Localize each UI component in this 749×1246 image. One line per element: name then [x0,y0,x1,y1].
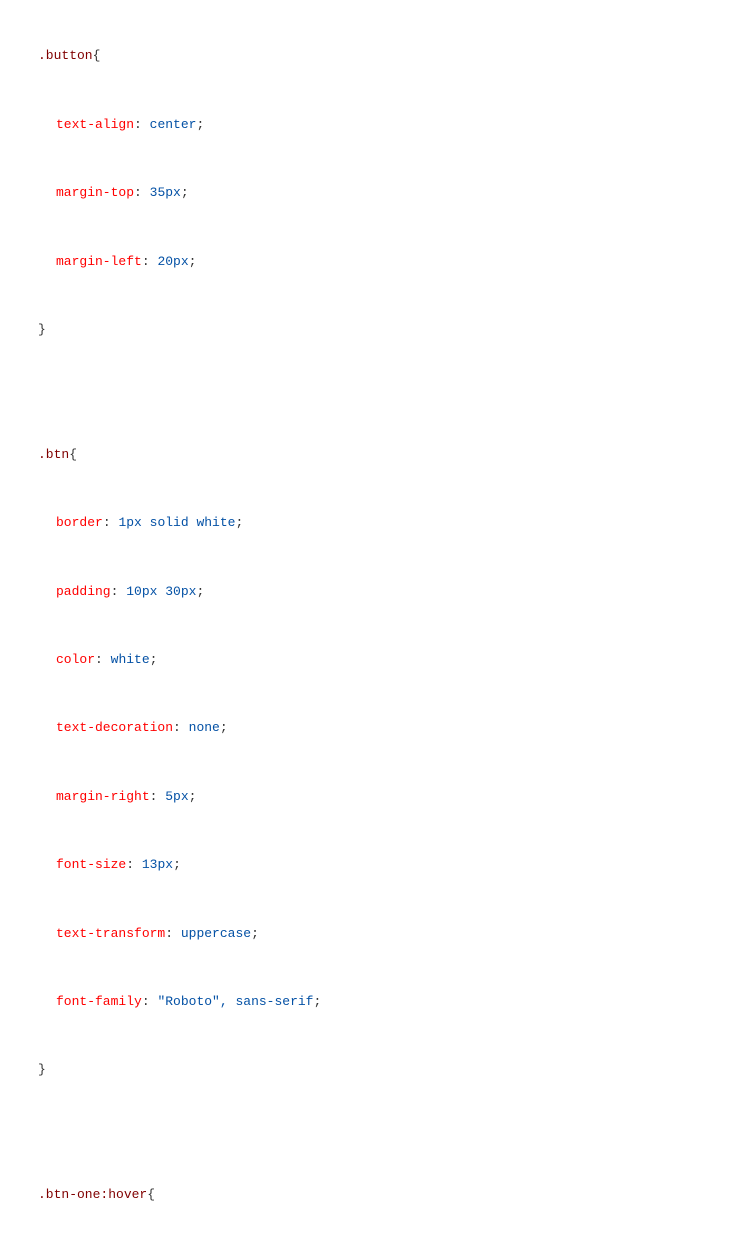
prop: margin-top [56,185,134,200]
selector: .button [38,48,93,63]
prop: color [56,652,95,667]
prop: border [56,515,103,530]
value: 13px [142,857,173,872]
declaration: text-transform: uppercase; [20,924,729,944]
prop: margin-left [56,254,142,269]
value: uppercase [181,926,251,941]
declaration: padding: 10px 30px; [20,582,729,602]
declaration: text-decoration: none; [20,718,729,738]
rule-1-close: } [20,320,729,340]
prop: padding [56,584,111,599]
value: 5px [165,789,188,804]
value: 10px 30px [126,584,196,599]
open-brace: { [69,447,77,462]
prop: text-align [56,117,134,132]
rule-1-open: .button{ [20,46,729,66]
rule-2-close: } [20,1060,729,1080]
rule-3-open: .btn-one:hover{ [20,1185,729,1205]
value: 1px solid white [118,515,235,530]
value: 35px [150,185,181,200]
prop: margin-right [56,789,150,804]
value: center [150,117,197,132]
declaration: text-align: center; [20,115,729,135]
close-brace: } [38,322,46,337]
selector: .btn [38,447,69,462]
prop: font-family [56,994,142,1009]
open-brace: { [93,48,101,63]
prop: text-decoration [56,720,173,735]
declaration: border: 1px solid white; [20,513,729,533]
declaration: font-size: 13px; [20,855,729,875]
value: 20px [157,254,188,269]
open-brace: { [147,1187,155,1202]
prop: font-size [56,857,126,872]
prop: text-transform [56,926,165,941]
declaration: margin-top: 35px; [20,183,729,203]
css-code-block: .button{ text-align: center; margin-top:… [20,6,729,1246]
declaration: margin-right: 5px; [20,787,729,807]
rule-2-open: .btn{ [20,445,729,465]
value: "Roboto", sans-serif [157,994,313,1009]
close-brace: } [38,1062,46,1077]
selector: .btn-one:hover [38,1187,147,1202]
blank-line [20,1129,729,1145]
declaration: font-family: "Roboto", sans-serif; [20,992,729,1012]
blank-line [20,388,729,404]
value: none [189,720,220,735]
declaration: color: white; [20,650,729,670]
value: white [111,652,150,667]
declaration: margin-left: 20px; [20,252,729,272]
